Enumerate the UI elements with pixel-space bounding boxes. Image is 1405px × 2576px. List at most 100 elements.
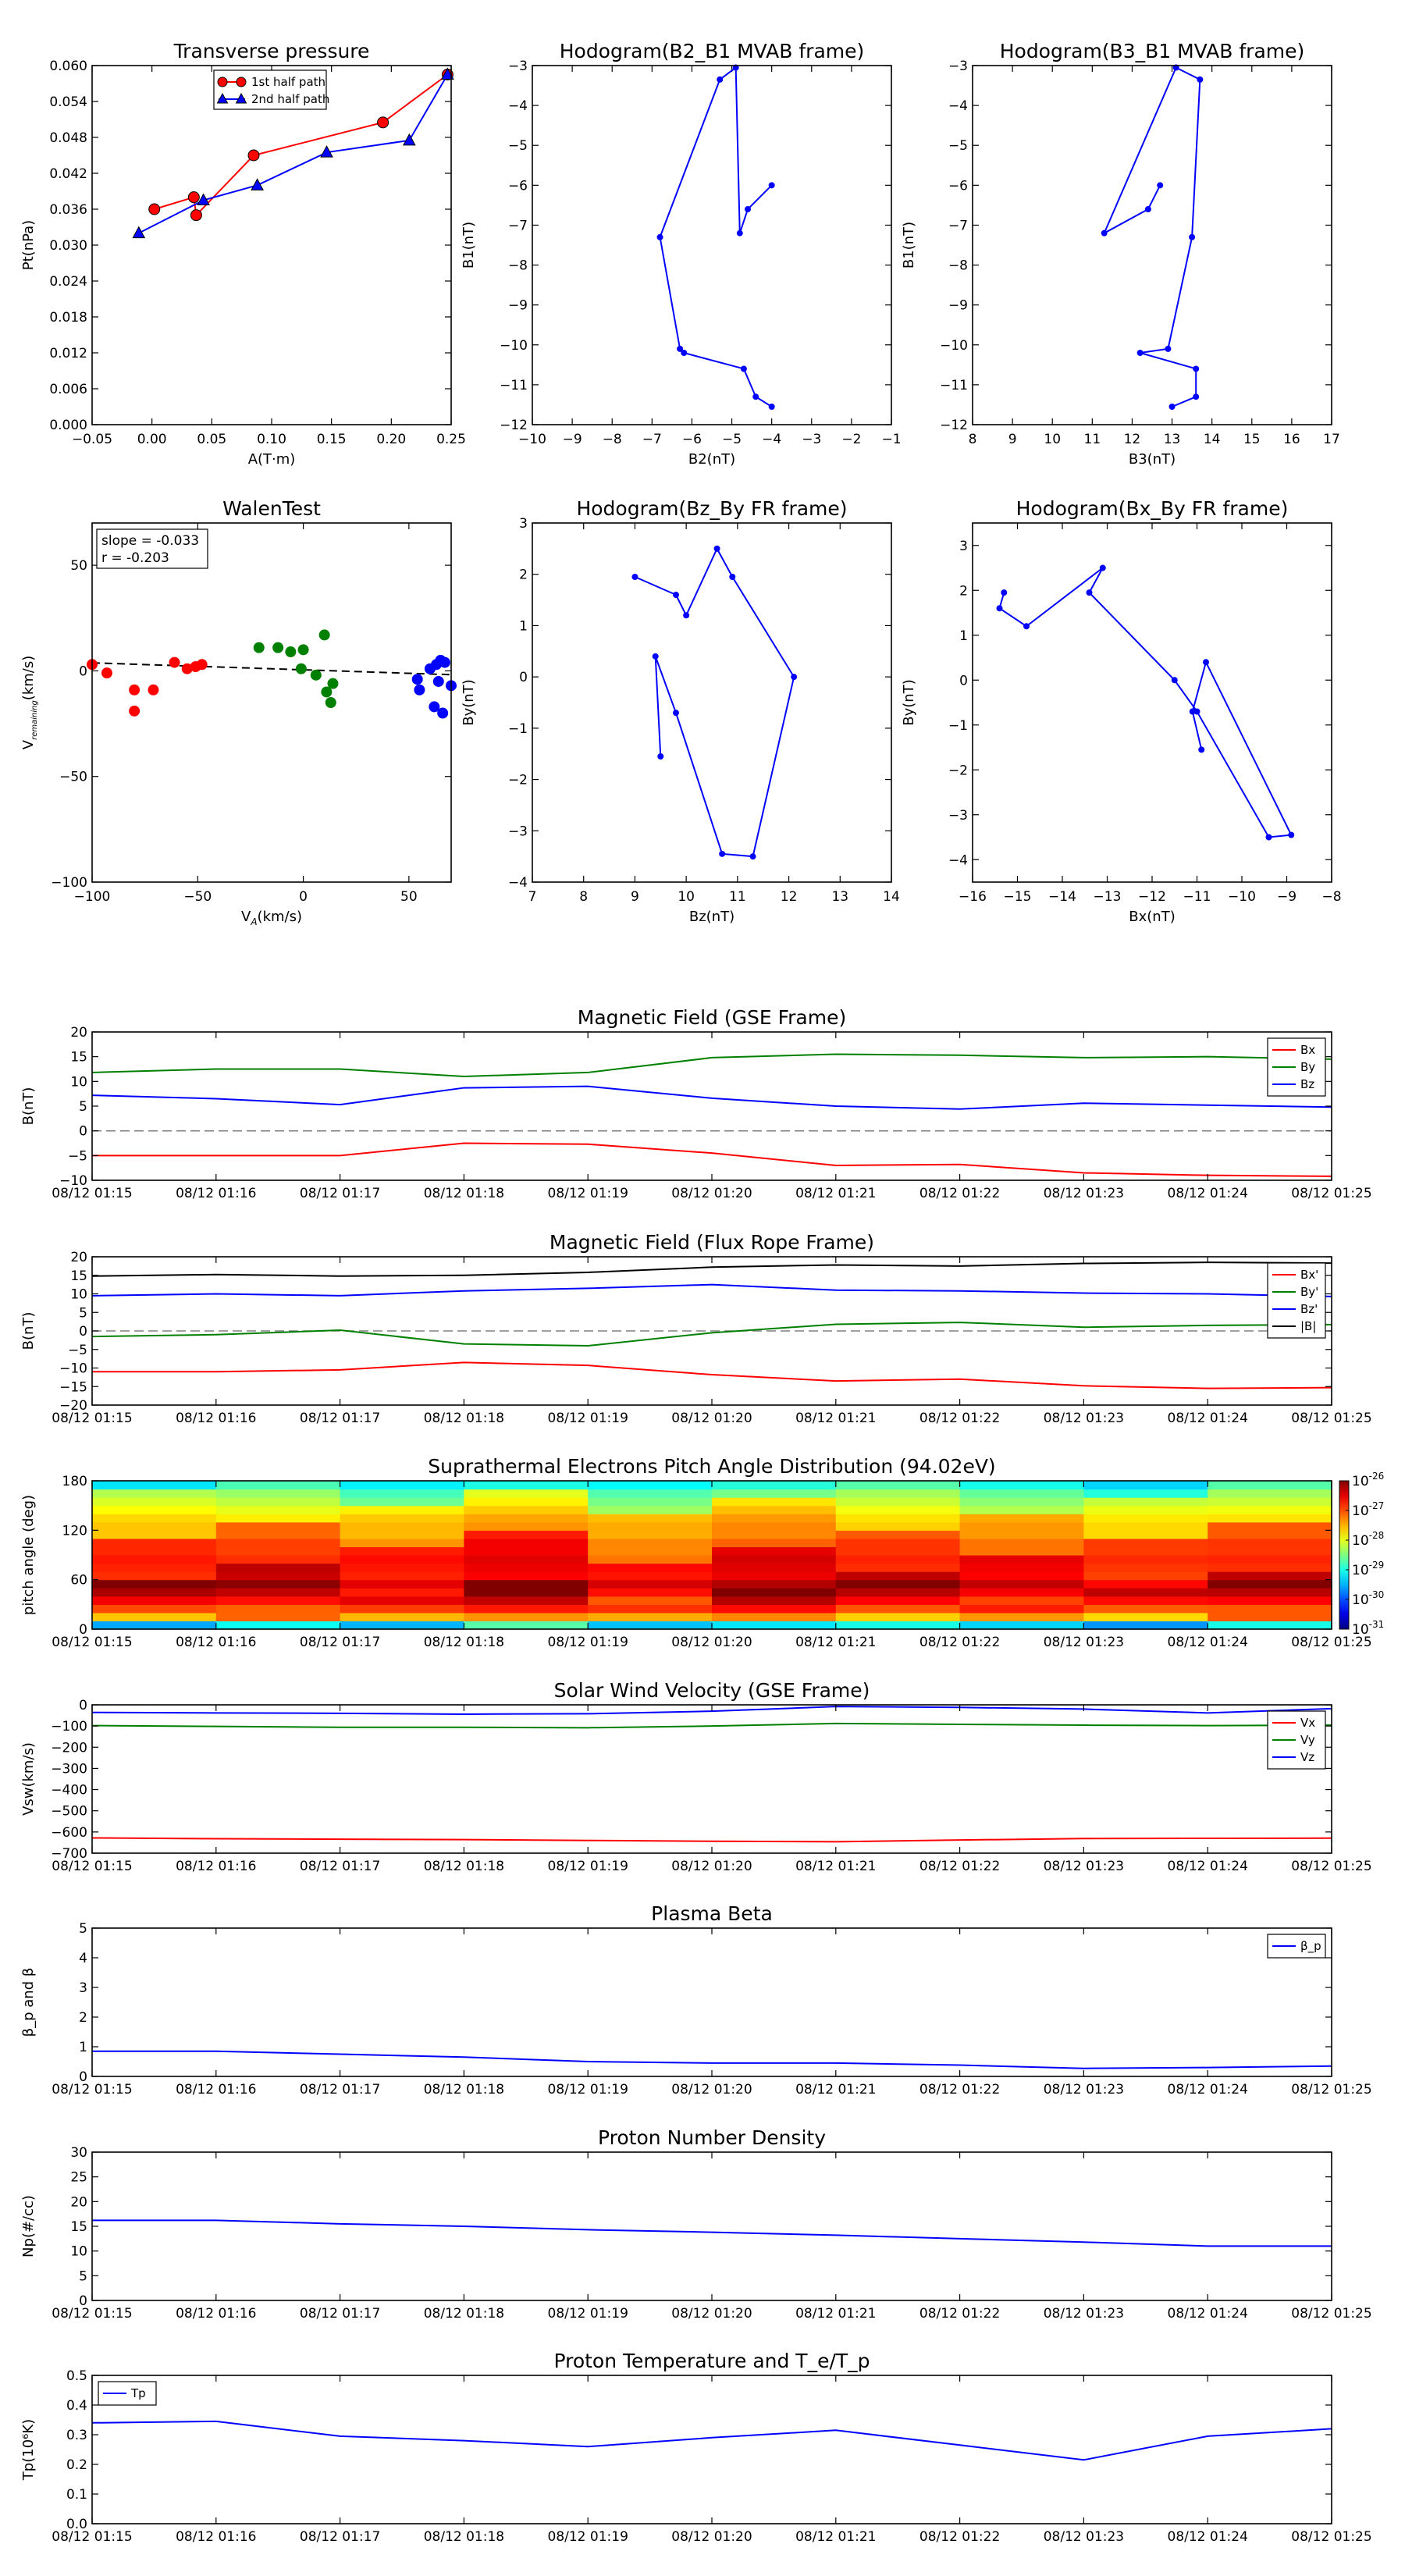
heatmap-cell bbox=[588, 1489, 713, 1498]
legend-label: Vx bbox=[1300, 1716, 1315, 1730]
y-tick-label: 60 bbox=[70, 1573, 87, 1589]
x-tick-label: 0.05 bbox=[197, 432, 226, 447]
x-tick-label: −11 bbox=[1183, 889, 1211, 905]
legend-label: Tp bbox=[130, 2386, 146, 2400]
heatmap-cell bbox=[340, 1481, 464, 1490]
heatmap-cell bbox=[1083, 1571, 1208, 1581]
data-point bbox=[169, 656, 180, 668]
y-tick-label: −50 bbox=[59, 770, 87, 785]
heatmap-cell bbox=[959, 1514, 1084, 1523]
y-tick-label: 0.048 bbox=[49, 130, 87, 146]
series-line bbox=[92, 2219, 1332, 2247]
y-tick-label: 25 bbox=[70, 2170, 87, 2186]
y-tick-label: −1 bbox=[508, 721, 528, 737]
time-tick-label: 08/12 01:15 bbox=[52, 2306, 132, 2322]
y-tick-label: −700 bbox=[51, 1846, 87, 1862]
x-tick-label: 0.20 bbox=[376, 432, 406, 447]
y-tick-label: 0 bbox=[79, 1622, 87, 1638]
panel-5: Hodogram(Bx_By FR frame)−16 −15 −14 −13 −12−… bbox=[901, 497, 1342, 925]
heatmap-cell bbox=[588, 1579, 713, 1589]
data-point bbox=[148, 684, 159, 696]
heatmap-cell bbox=[464, 1505, 589, 1514]
chart-title: Hodogram(Bx_By FR frame) bbox=[1016, 497, 1289, 520]
x-tick-label: 0.00 bbox=[137, 432, 167, 447]
x-axis-label: B2(nT) bbox=[688, 451, 735, 468]
data-point bbox=[652, 653, 659, 660]
heatmap-cell bbox=[959, 1481, 1084, 1490]
y-tick-label: −3 bbox=[948, 59, 968, 74]
y-tick-label: −2 bbox=[948, 763, 968, 778]
legend-label: Bz' bbox=[1300, 1302, 1318, 1316]
data-point bbox=[719, 850, 726, 857]
y-tick-label: 5 bbox=[79, 1099, 87, 1115]
y-tick-label: 1 bbox=[79, 2040, 87, 2055]
heatmap-cell bbox=[92, 1481, 217, 1490]
y-axis-label: Vsw(km/s) bbox=[20, 1742, 37, 1816]
time-tick-label: 08/12 01:20 bbox=[671, 2306, 752, 2322]
heatmap-cell bbox=[464, 1571, 589, 1581]
x-tick-label: 14 bbox=[883, 889, 900, 905]
y-tick-label: 20 bbox=[70, 1025, 87, 1041]
heatmap-cell bbox=[92, 1571, 217, 1581]
heatmap-cell bbox=[340, 1489, 464, 1498]
heatmap-cell bbox=[712, 1588, 837, 1597]
y-axis-label: Np(#/cc) bbox=[20, 2195, 37, 2258]
heatmap-cell bbox=[464, 1530, 589, 1539]
y-tick-label: 0.030 bbox=[49, 238, 87, 254]
heatmap-cell bbox=[835, 1571, 961, 1581]
x-tick-label: 8 bbox=[579, 889, 588, 905]
chart-title: Proton Number Density bbox=[598, 2126, 826, 2149]
data-point bbox=[1171, 677, 1178, 684]
heatmap-cell bbox=[588, 1538, 713, 1548]
data-point bbox=[432, 675, 444, 687]
heatmap-cell bbox=[712, 1521, 837, 1531]
panel-4: Hodogram(Bz_By FR frame)7 8 9 10 11 12 13 14−4−… bbox=[461, 497, 900, 925]
chart-title: Hodogram(B2_B1 MVAB frame) bbox=[560, 40, 865, 62]
time-tick-label: 08/12 01:21 bbox=[795, 2306, 876, 2322]
x-tick-label: 0.10 bbox=[257, 432, 286, 447]
data-point bbox=[402, 133, 416, 146]
y-axis-label: B1(nT) bbox=[901, 222, 917, 269]
chart-title: Proton Temperature and T_e/T_p bbox=[553, 2350, 870, 2372]
y-tick-label: −12 bbox=[500, 418, 528, 433]
time-tick-label: 08/12 01:23 bbox=[1044, 1635, 1124, 1650]
data-point bbox=[656, 233, 663, 240]
heatmap-cell bbox=[92, 1530, 217, 1539]
time-tick-label: 08/12 01:20 bbox=[671, 1411, 752, 1426]
heatmap-cell bbox=[588, 1621, 713, 1630]
heatmap-cell bbox=[215, 1563, 341, 1572]
heatmap-cell bbox=[340, 1579, 464, 1589]
heatmap-cell bbox=[835, 1521, 961, 1531]
heatmap-cell bbox=[215, 1596, 341, 1605]
y-tick-label: −10 bbox=[59, 1173, 87, 1189]
plot-frame bbox=[91, 1927, 1332, 2077]
time-tick-label: 08/12 01:20 bbox=[671, 2082, 752, 2097]
x-tick-label: 12 bbox=[781, 889, 798, 905]
series-line bbox=[91, 1053, 1332, 1078]
panel-9: 08/12 01:15 08/12 01:16 08/12 01:17 08/12 0… bbox=[20, 1679, 1372, 1874]
y-tick-label: 0.042 bbox=[49, 166, 87, 182]
y-tick-label: −20 bbox=[59, 1398, 87, 1414]
data-point bbox=[1099, 564, 1106, 571]
y-tick-label: −6 bbox=[948, 178, 968, 194]
heatmap-cell bbox=[588, 1497, 713, 1507]
x-tick-label: 11 bbox=[729, 889, 746, 905]
data-point bbox=[683, 612, 690, 619]
y-tick-label: −5 bbox=[948, 138, 968, 154]
x-tick-label: 12 bbox=[1124, 432, 1141, 447]
x-tick-label: −14 bbox=[1048, 889, 1076, 905]
time-tick-label: 08/12 01:21 bbox=[795, 1186, 876, 1201]
y-tick-label: 0.018 bbox=[49, 310, 87, 326]
heatmap-cell bbox=[835, 1604, 961, 1614]
heatmap-cell bbox=[1208, 1621, 1332, 1630]
heatmap-cell bbox=[464, 1489, 589, 1498]
data-point bbox=[1288, 831, 1295, 838]
x-tick-label: −3 bbox=[802, 432, 821, 447]
time-tick-label: 08/12 01:17 bbox=[300, 1186, 380, 1201]
y-tick-label: 0 bbox=[79, 1324, 87, 1340]
y-tick-label: −5 bbox=[68, 1148, 87, 1164]
legend-label: |B| bbox=[1300, 1319, 1316, 1333]
heatmap-cell bbox=[1083, 1505, 1208, 1514]
y-axis-label: pitch angle (deg) bbox=[20, 1495, 37, 1615]
stats-annotation: slope = -0.033r = -0.203 bbox=[96, 528, 208, 569]
